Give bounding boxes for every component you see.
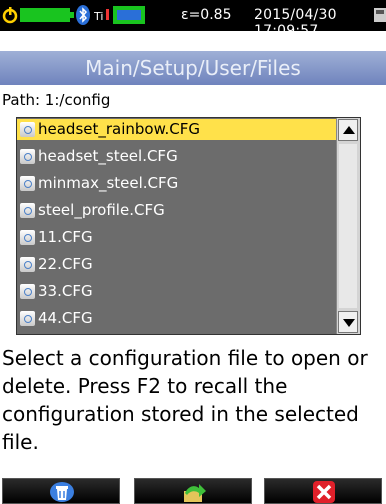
power-icon: [2, 7, 18, 24]
list-item[interactable]: 33.CFG: [17, 281, 338, 302]
close-icon: [313, 481, 335, 503]
path-display: Path: 1:/config: [2, 91, 110, 109]
file-icon: [20, 230, 35, 245]
page-title: Main/Setup/User/Files: [0, 51, 386, 85]
svg-text:Ti: Ti: [94, 10, 103, 23]
file-name: steel_profile.CFG: [38, 201, 165, 219]
list-item[interactable]: steel_profile.CFG: [17, 200, 338, 221]
path-value: 1:/config: [44, 91, 111, 109]
file-icon: [20, 149, 35, 164]
bluetooth-icon: [76, 5, 90, 25]
memory-icon: [374, 8, 386, 22]
list-item[interactable]: headset_rainbow.CFG: [17, 119, 338, 140]
scrollbar[interactable]: [336, 118, 360, 334]
scroll-down-button[interactable]: [338, 311, 358, 333]
file-icon: [20, 176, 35, 191]
scroll-track[interactable]: [339, 144, 357, 308]
date-time: 2015/04/30 17:09:57: [254, 7, 337, 39]
delete-button[interactable]: [2, 478, 120, 504]
file-icon: [20, 311, 35, 326]
file-name: minmax_steel.CFG: [38, 174, 179, 192]
function-key-bar: [0, 478, 386, 504]
list-item[interactable]: headset_steel.CFG: [17, 146, 338, 167]
file-name: headset_rainbow.CFG: [38, 120, 200, 138]
file-icon: [20, 122, 35, 137]
file-list[interactable]: headset_rainbow.CFG headset_steel.CFG mi…: [16, 117, 361, 335]
file-icon: [20, 284, 35, 299]
arrow-down-icon: [343, 319, 355, 327]
scroll-up-button[interactable]: [338, 119, 358, 141]
cancel-button[interactable]: [264, 478, 382, 504]
list-item[interactable]: 11.CFG: [17, 227, 338, 248]
status-bar: Ti ε=0.85 2015/04/30 17:09:57: [0, 0, 386, 39]
path-label: Path:: [2, 91, 41, 109]
arrow-up-icon: [343, 126, 355, 134]
file-name: 11.CFG: [38, 228, 93, 246]
thermometer-icon: Ti: [94, 9, 109, 23]
open-button[interactable]: [134, 478, 252, 504]
file-name: 33.CFG: [38, 282, 93, 300]
file-icon: [20, 203, 35, 218]
battery-icon: [20, 8, 74, 22]
file-name: 44.CFG: [38, 309, 93, 327]
file-name: 22.CFG: [38, 255, 93, 273]
list-item[interactable]: minmax_steel.CFG: [17, 173, 338, 194]
trash-icon: [50, 482, 74, 502]
sd-card-icon: [113, 6, 145, 24]
load-arrow-icon: [184, 484, 206, 502]
file-name: headset_steel.CFG: [38, 147, 178, 165]
file-icon: [20, 257, 35, 272]
list-item[interactable]: 22.CFG: [17, 254, 338, 275]
list-item[interactable]: 44.CFG: [17, 308, 338, 329]
help-text: Select a configuration file to open or d…: [2, 346, 368, 454]
emissivity-readout: ε=0.85: [181, 7, 232, 23]
